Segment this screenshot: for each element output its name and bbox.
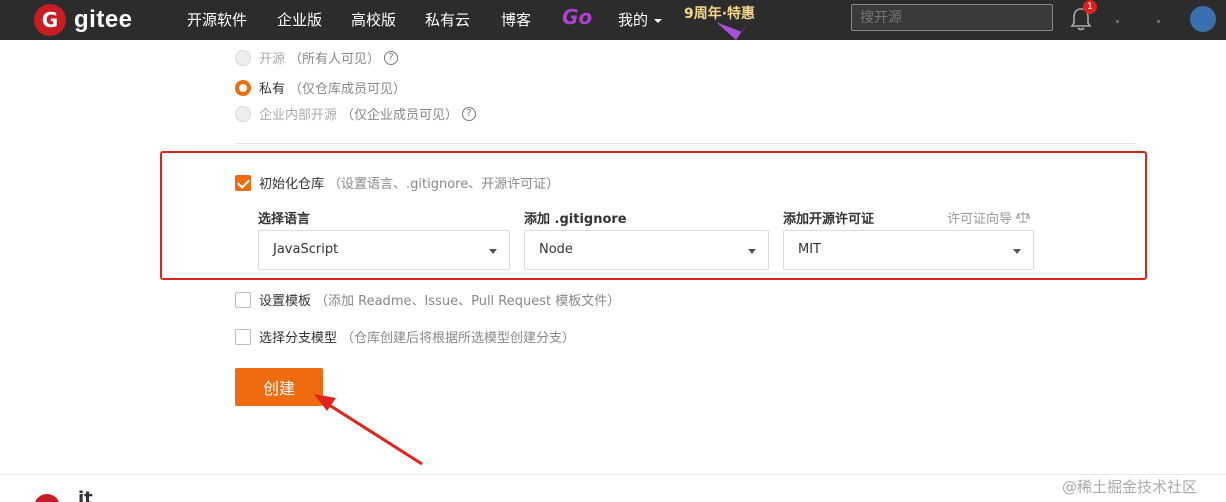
option-hint: （所有人可见）	[289, 52, 381, 67]
top-navbar: G gitee 开源软件 企业版 高校版 私有云 博客 Go 我的 9周年·特惠…	[0, 0, 1226, 40]
create-button[interactable]: 创建	[235, 368, 323, 406]
option-label: 私有	[259, 82, 286, 97]
language-value: JavaScript	[273, 242, 339, 257]
radio-button[interactable]	[235, 49, 251, 66]
template-option[interactable]: 设置模板 （添加 Readme、Issue、Pull Request 模板文件）	[235, 290, 620, 309]
license-guide-link[interactable]: 许可证向导	[947, 208, 1031, 227]
scale-icon	[1015, 212, 1031, 223]
caret-down-icon	[489, 249, 497, 254]
branch-model-label: 选择分支模型	[259, 331, 338, 346]
promo-ribbon-icon	[716, 22, 748, 40]
gitignore-select[interactable]: Node	[524, 230, 769, 270]
footer-divider	[0, 474, 1226, 475]
init-repo-label: 初始化仓库	[259, 177, 325, 192]
visibility-option-public[interactable]: 开源 （所有人可见） ?	[235, 48, 399, 67]
watermark: @稀土掘金技术社区	[1062, 478, 1198, 496]
footer-logo-text: it	[78, 488, 93, 502]
nav-separator-dot	[1116, 20, 1119, 23]
anniversary-promo[interactable]: 9周年·特惠	[684, 3, 755, 23]
gitee-logo[interactable]: G gitee	[34, 4, 133, 36]
radio-button-checked[interactable]	[235, 79, 251, 96]
branch-model-checkbox[interactable]	[235, 328, 251, 345]
init-repo-option[interactable]: 初始化仓库 （设置语言、.gitignore、开源许可证）	[235, 173, 559, 192]
nav-education[interactable]: 高校版	[351, 9, 396, 30]
license-label: 添加开源许可证	[783, 212, 875, 227]
gitee-logo-text: gitee	[74, 6, 133, 33]
nav-mine[interactable]: 我的	[618, 9, 663, 30]
license-guide-text: 许可证向导	[947, 212, 1013, 227]
radio-button[interactable]	[235, 105, 251, 122]
license-select[interactable]: MIT	[783, 230, 1034, 270]
nav-mine-label: 我的	[618, 11, 649, 29]
template-label: 设置模板	[259, 294, 312, 309]
help-icon[interactable]: ?	[384, 50, 399, 65]
visibility-option-internal[interactable]: 企业内部开源 （仅企业成员可见） ?	[235, 104, 477, 123]
init-repo-hint: （设置语言、.gitignore、开源许可证）	[328, 177, 560, 192]
template-checkbox[interactable]	[235, 291, 251, 308]
option-hint: （仅企业成员可见）	[341, 108, 459, 123]
gitignore-value: Node	[539, 242, 573, 257]
template-hint: （添加 Readme、Issue、Pull Request 模板文件）	[315, 294, 621, 309]
option-hint: （仅仓库成员可见）	[289, 82, 407, 97]
footer-logo-icon	[34, 494, 60, 502]
license-value: MIT	[798, 242, 821, 257]
visibility-option-private[interactable]: 私有 （仅仓库成员可见）	[235, 78, 406, 97]
nav-enterprise[interactable]: 企业版	[277, 9, 322, 30]
branch-model-hint: （仓库创建后将根据所选模型创建分支）	[341, 331, 576, 346]
nav-separator-dot	[1157, 20, 1160, 23]
init-repo-checkbox[interactable]	[235, 174, 251, 191]
nav-private-cloud[interactable]: 私有云	[425, 9, 470, 30]
branch-model-option[interactable]: 选择分支模型 （仓库创建后将根据所选模型创建分支）	[235, 327, 575, 346]
chevron-down-icon	[653, 19, 662, 23]
option-label: 企业内部开源	[259, 108, 338, 123]
search-input[interactable]	[851, 4, 1053, 31]
language-label: 选择语言	[258, 212, 311, 227]
notification-badge: 1	[1083, 0, 1097, 14]
user-avatar[interactable]	[1190, 6, 1216, 32]
gitignore-label: 添加 .gitignore	[524, 212, 627, 227]
caret-down-icon	[1013, 249, 1021, 254]
language-select[interactable]: JavaScript	[258, 230, 510, 270]
nav-open-source[interactable]: 开源软件	[187, 9, 247, 30]
option-label: 开源	[259, 52, 286, 67]
nav-go[interactable]: Go	[562, 5, 592, 29]
section-divider	[235, 143, 1135, 144]
caret-down-icon	[748, 249, 756, 254]
gitee-logo-icon: G	[34, 4, 66, 36]
help-icon[interactable]: ?	[462, 106, 477, 121]
nav-blog[interactable]: 博客	[501, 9, 531, 30]
